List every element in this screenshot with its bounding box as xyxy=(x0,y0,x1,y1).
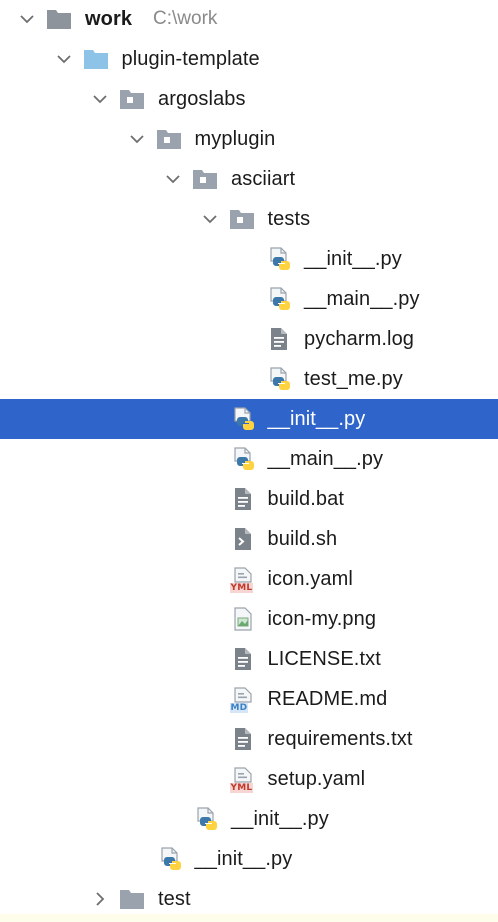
tree-row-main-py[interactable]: __main__.py xyxy=(0,439,498,479)
package-folder-icon xyxy=(156,119,182,159)
file-type-badge: YML xyxy=(229,583,254,593)
root-folder-icon xyxy=(46,0,72,39)
tree-row-tests-folder[interactable]: tests xyxy=(0,199,498,239)
text-file-icon xyxy=(231,639,257,679)
tree-item-label: plugin-template xyxy=(121,48,260,70)
tree-row-requirements-txt[interactable]: requirements.txt xyxy=(0,719,498,759)
tree-row-init-py[interactable]: __init__.py xyxy=(0,399,498,439)
tree-item-label: argoslabs xyxy=(158,88,246,110)
tree-item-label: build.bat xyxy=(267,488,345,510)
tree-item-label: icon.yaml xyxy=(267,568,353,590)
tree-item-label: work xyxy=(85,8,133,30)
chevron-down-icon[interactable] xyxy=(89,79,111,119)
tree-row-readme-md[interactable]: MD README.md xyxy=(0,679,498,719)
python-file-icon xyxy=(231,399,257,439)
tree-item-label: build.sh xyxy=(267,528,338,550)
image-file-icon xyxy=(231,599,257,639)
tree-row-pycharm-log[interactable]: pycharm.log xyxy=(0,319,498,359)
text-file-icon xyxy=(267,319,293,359)
tree-item-label: test xyxy=(158,888,191,910)
file-type-badge: YML xyxy=(229,783,254,793)
tree-item-label: tests xyxy=(267,208,311,230)
tree-item-label: __init__.py xyxy=(194,848,293,870)
tree-item-label: README.md xyxy=(267,688,388,710)
package-folder-icon xyxy=(229,199,255,239)
python-file-icon xyxy=(231,439,257,479)
python-file-icon xyxy=(267,239,293,279)
tree-row-plugin-template-folder[interactable]: plugin-template xyxy=(0,39,498,79)
tree-row-icon-my-png[interactable]: icon-my.png xyxy=(0,599,498,639)
tree-row-build-sh[interactable]: build.sh xyxy=(0,519,498,559)
folder-icon xyxy=(119,879,145,919)
folder-path: C:\work xyxy=(153,8,218,29)
tree-row-init-py[interactable]: __init__.py xyxy=(0,839,498,879)
package-folder-icon xyxy=(119,79,145,119)
tree-item-label: icon-my.png xyxy=(267,608,377,630)
chevron-down-icon[interactable] xyxy=(16,0,38,39)
tree-item-label: __init__.py xyxy=(304,248,402,270)
project-tree: work C:\work plugin-template argoslabs myplu… xyxy=(0,0,498,922)
tree-item-label: requirements.txt xyxy=(267,728,413,750)
tree-item-label: __init__.py xyxy=(267,408,366,430)
module-folder-icon xyxy=(83,39,109,79)
tree-row-build-bat[interactable]: build.bat xyxy=(0,479,498,519)
tree-row-init-py[interactable]: __init__.py xyxy=(0,239,498,279)
tree-item-label: test_me.py xyxy=(304,368,403,390)
package-folder-icon xyxy=(192,159,218,199)
tree-row-test-me-py[interactable]: test_me.py xyxy=(0,359,498,399)
tree-item-label: __main__.py xyxy=(304,288,420,310)
tree-row-main-py[interactable]: __main__.py xyxy=(0,279,498,319)
tree-row-icon-yaml[interactable]: YML icon.yaml xyxy=(0,559,498,599)
tree-row-work-folder[interactable]: work C:\work xyxy=(0,0,498,39)
tree-item-label: __init__.py xyxy=(231,808,329,830)
yaml-file-icon: YML xyxy=(229,559,257,599)
chevron-down-icon[interactable] xyxy=(162,159,184,199)
yaml-file-icon: YML xyxy=(229,759,257,799)
chevron-right-icon[interactable] xyxy=(89,879,111,919)
markdown-file-icon: MD xyxy=(229,679,257,719)
tree-item-label: myplugin xyxy=(194,128,276,150)
tree-row-asciiart-folder[interactable]: asciiart xyxy=(0,159,498,199)
tree-item-label: pycharm.log xyxy=(304,328,415,350)
tree-row-myplugin-folder[interactable]: myplugin xyxy=(0,119,498,159)
text-file-icon xyxy=(231,479,257,519)
shell-script-icon xyxy=(231,519,257,559)
chevron-down-icon[interactable] xyxy=(126,119,148,159)
tree-item-label: __main__.py xyxy=(267,448,384,470)
tree-row-license-txt[interactable]: LICENSE.txt xyxy=(0,639,498,679)
tree-item-label: setup.yaml xyxy=(267,768,366,790)
python-file-icon xyxy=(267,359,293,399)
text-file-icon xyxy=(231,719,257,759)
tree-row-argoslabs-folder[interactable]: argoslabs xyxy=(0,79,498,119)
tree-row-test-folder[interactable]: test xyxy=(0,879,498,919)
python-file-icon xyxy=(194,799,220,839)
tree-item-label: asciiart xyxy=(231,168,296,190)
tree-row-init-py[interactable]: __init__.py xyxy=(0,799,498,839)
file-type-badge: MD xyxy=(229,703,249,713)
chevron-down-icon[interactable] xyxy=(53,39,75,79)
python-file-icon xyxy=(158,839,184,879)
python-file-icon xyxy=(267,279,293,319)
tree-row-setup-yaml[interactable]: YML setup.yaml xyxy=(0,759,498,799)
horizontal-scroll-area xyxy=(0,914,498,922)
chevron-down-icon[interactable] xyxy=(199,199,221,239)
tree-item-label: LICENSE.txt xyxy=(267,648,381,670)
